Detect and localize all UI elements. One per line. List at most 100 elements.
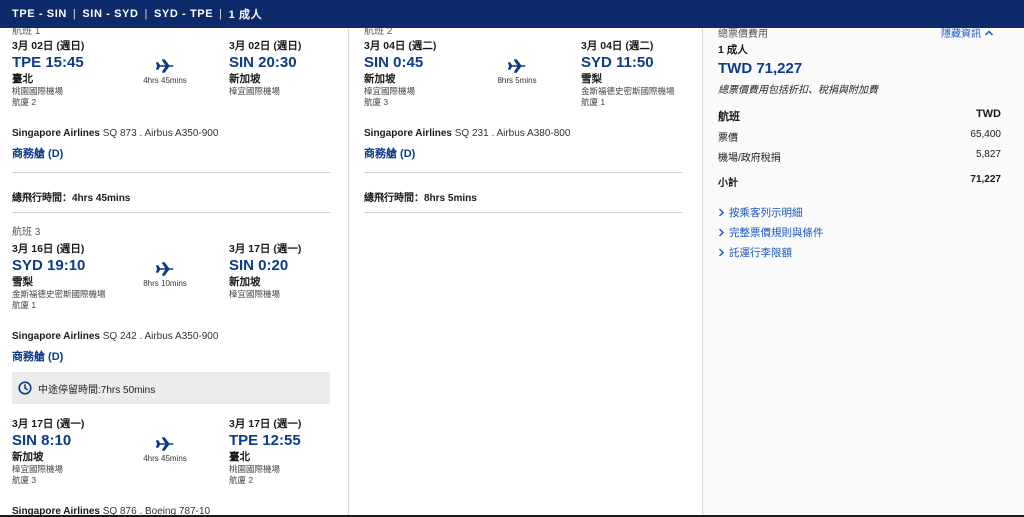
flight-duration-block: 4hrs 45mins (132, 437, 198, 463)
departure-terminal: 航廈 3 (364, 97, 389, 107)
departure-city: 新加坡 (364, 73, 396, 85)
fare-label: 票價 (718, 133, 738, 144)
cabin-class: 商務艙 (D) (12, 148, 64, 160)
price-passenger-count: 1 成人 (718, 44, 748, 56)
departure-date: 3月 02日 (週日) (12, 40, 85, 52)
arrival-date: 3月 04日 (週二) (581, 40, 654, 52)
airline-info: Singapore Airlines SQ 231 . Airbus A380-… (364, 128, 570, 139)
price-row-fare: 票價 65,400 (718, 129, 1001, 144)
hide-details-label: 隱藏資訊 (941, 29, 981, 40)
flight-label: 航班 1 (12, 28, 41, 37)
flight-label: 航班 3 (12, 227, 41, 238)
departure-time: TPE 15:45 (12, 54, 84, 71)
fare-value: 65,400 (970, 129, 1001, 140)
arrival-date: 3月 02日 (週日) (229, 40, 302, 52)
layover-banner: 中途停留時間:7hrs 50mins (12, 372, 330, 404)
arrival-date: 3月 17日 (週一) (229, 418, 302, 430)
price-summary-panel: 總票價費用 隱藏資訊 1 成人 TWD 71,227 總票價費用包括折扣、稅捐與… (703, 28, 1024, 517)
flight-duration: 8hrs 5mins (497, 76, 537, 85)
arrival-airport: 金斯福德史密斯國際機場 (581, 86, 675, 96)
departure-airport: 金斯福德史密斯國際機場 (12, 289, 106, 299)
total-flight-time-label: 總飛行時間： (12, 193, 72, 204)
departure-block: 3月 17日 (週一) SIN 8:10 新加坡 樟宜國際機場 航廈 3 (12, 417, 84, 486)
arrival-airport: 桃園國際機場 (229, 464, 281, 474)
departure-city: 雪梨 (12, 276, 33, 288)
passenger-breakdown-link[interactable]: 按乘客列示明細 (718, 205, 803, 220)
route-syd-tpe: SYD - TPE (153, 8, 214, 20)
departure-time: SIN 0:45 (364, 54, 424, 71)
departure-airport: 樟宜國際機場 (364, 86, 416, 96)
arrival-block: 3月 04日 (週二) SYD 11:50 雪梨 金斯福德史密斯國際機場 航廈 … (581, 39, 675, 108)
route-separator: | (219, 8, 223, 20)
arrival-block: 3月 17日 (週一) TPE 12:55 臺北 桃園國際機場 航廈 2 (229, 417, 301, 486)
departure-date: 3月 17日 (週一) (12, 418, 85, 430)
arrival-block: 3月 02日 (週日) SIN 20:30 新加坡 樟宜國際機場 (229, 39, 301, 97)
flight-label: 航班 2 (364, 28, 393, 37)
flight-duration: 8hrs 10mins (143, 279, 187, 288)
baggage-allowance-label: 託運行李限額 (729, 247, 792, 259)
arrival-city: 臺北 (229, 451, 250, 463)
flight-column-2: 航班 2 3月 04日 (週二) SIN 0:45 新加坡 樟宜國際機場 航廈 … (349, 28, 703, 517)
flight-duration-block: 4hrs 45mins (132, 59, 198, 85)
chevron-right-icon (719, 248, 724, 257)
cabin-class: 商務艙 (D) (12, 351, 64, 363)
clock-icon (18, 381, 32, 395)
flight-number-aircraft: SQ 873 . Airbus A350-900 (99, 128, 219, 139)
airline-info: Singapore Airlines SQ 242 . Airbus A350-… (12, 331, 218, 342)
tax-label: 機場/政府稅捐 (718, 153, 781, 164)
flight-segment-2: 航班 2 3月 04日 (週二) SIN 0:45 新加坡 樟宜國際機場 航廈 … (364, 28, 682, 186)
arrival-block: 3月 17日 (週一) SIN 0:20 新加坡 樟宜國際機場 (229, 242, 301, 300)
arrival-time: SYD 11:50 (581, 54, 654, 71)
price-header-currency: TWD (975, 108, 1001, 120)
departure-terminal: 航廈 2 (12, 97, 37, 107)
baggage-allowance-link[interactable]: 託運行李限額 (718, 245, 792, 260)
chevron-right-icon (719, 208, 724, 217)
airplane-icon (156, 437, 174, 451)
price-row-subtotal: 小計 71,227 (718, 174, 1001, 189)
arrival-terminal: 航廈 1 (581, 97, 606, 107)
flight-duration-block: 8hrs 5mins (484, 59, 550, 85)
departure-airport: 桃園國際機場 (12, 86, 64, 96)
airplane-icon (508, 59, 526, 73)
flight-segment-1: 航班 1 3月 02日 (週日) TPE 15:45 臺北 桃園國際機場 航廈 … (12, 28, 330, 186)
total-price: TWD 71,227 (718, 60, 803, 77)
total-flight-time-value: 8hrs 5mins (424, 193, 477, 204)
price-header-label: 航班 (718, 111, 740, 123)
route-sin-syd: SIN - SYD (82, 8, 139, 20)
fare-rules-link[interactable]: 完整票價規則與條件 (718, 225, 824, 240)
arrival-time: TPE 12:55 (229, 432, 301, 449)
arrival-airport: 樟宜國際機場 (229, 86, 281, 96)
itinerary-content: 航班 1 3月 02日 (週日) TPE 15:45 臺北 桃園國際機場 航廈 … (0, 28, 1024, 517)
fare-rules-label: 完整票價規則與條件 (729, 227, 824, 239)
flight-number-aircraft: SQ 231 . Airbus A380-800 (451, 128, 571, 139)
departure-time: SIN 8:10 (12, 432, 72, 449)
divider (364, 172, 682, 173)
passenger-breakdown-label: 按乘客列示明細 (729, 207, 803, 219)
flight-duration-block: 8hrs 10mins (132, 262, 198, 288)
flight-segment-3a: 航班 3 3月 16日 (週日) SYD 19:10 雪梨 金斯福德史密斯國際機… (12, 227, 330, 367)
total-flight-time: 總飛行時間：8hrs 5mins (364, 189, 477, 204)
price-row-tax: 機場/政府稅捐 5,827 (718, 149, 1001, 164)
price-note: 總票價費用包括折扣、稅捐與附加費 (718, 85, 878, 96)
route-tpe-sin: TPE - SIN (12, 8, 67, 20)
arrival-terminal: 航廈 2 (229, 475, 254, 485)
departure-date: 3月 16日 (週日) (12, 243, 85, 255)
departure-date: 3月 04日 (週二) (364, 40, 437, 52)
chevron-right-icon (719, 228, 724, 237)
arrival-airport: 樟宜國際機場 (229, 289, 281, 299)
route-separator: | (144, 8, 148, 20)
arrival-time: SIN 0:20 (229, 257, 289, 274)
flight-number-aircraft: SQ 242 . Airbus A350-900 (99, 331, 219, 342)
arrival-city: 新加坡 (229, 73, 261, 85)
departure-terminal: 航廈 3 (12, 475, 37, 485)
route-header-bar: TPE - SIN | SIN - SYD | SYD - TPE | 1 成人 (0, 0, 1024, 28)
hide-details-link[interactable]: 隱藏資訊 (941, 28, 994, 40)
airline-info: Singapore Airlines SQ 873 . Airbus A350-… (12, 128, 218, 139)
layover-duration: 中途停留時間:7hrs 50mins (38, 384, 156, 396)
route-separator: | (72, 8, 77, 20)
passenger-count: 1 成人 (228, 9, 263, 21)
divider (364, 212, 682, 213)
departure-block: 3月 04日 (週二) SIN 0:45 新加坡 樟宜國際機場 航廈 3 (364, 39, 436, 108)
divider (12, 172, 330, 173)
departure-terminal: 航廈 1 (12, 300, 37, 310)
